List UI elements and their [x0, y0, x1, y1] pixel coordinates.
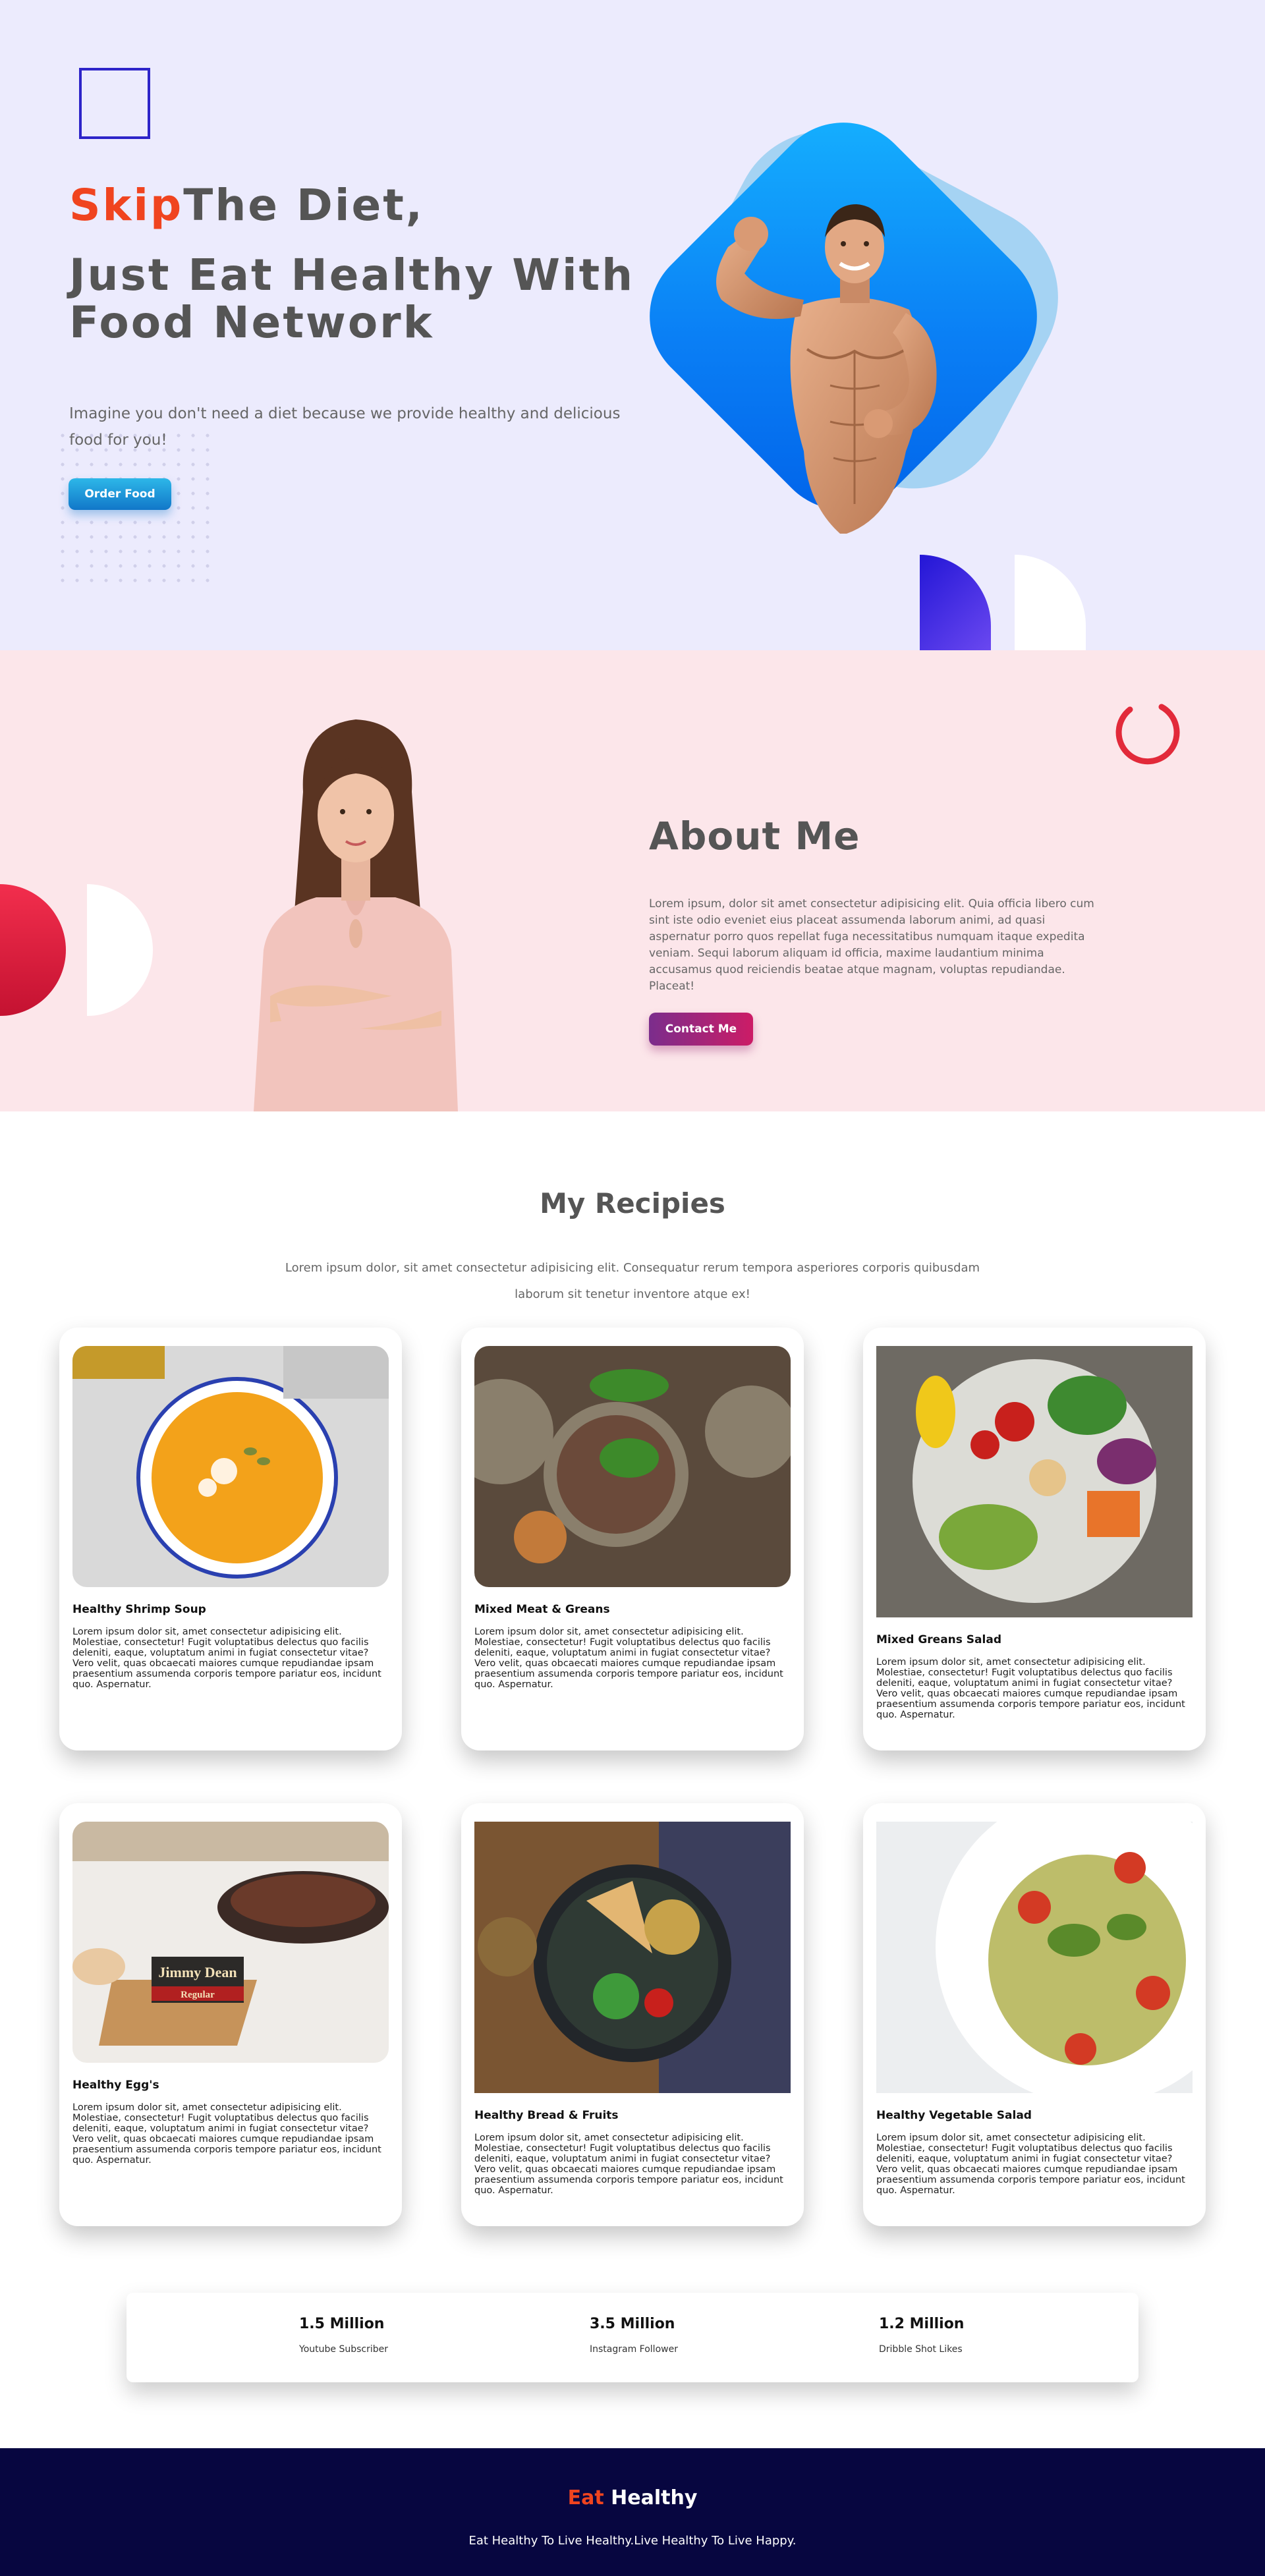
- hero-title: SkipThe Diet, Just Eat Healthy With Food…: [69, 173, 636, 347]
- recipe-name: Healthy Shrimp Soup: [72, 1603, 206, 1616]
- decorative-ring-icon: [1115, 704, 1180, 765]
- hero-section: SkipThe Diet, Just Eat Healthy With Food…: [0, 0, 1265, 650]
- stat-instagram: 3.5 Million Instagram Follower: [590, 2316, 678, 2355]
- about-text: Lorem ipsum, dolor sit amet consectetur …: [649, 897, 1094, 993]
- decorative-half-circle-white: [87, 884, 153, 1016]
- about-title: About Me: [649, 814, 860, 858]
- recipe-card[interactable]: Mixed Meat & Greans Lorem ipsum dolor si…: [461, 1328, 804, 1750]
- footer-brand-accent: Eat: [567, 2486, 604, 2509]
- recipe-name: Mixed Greans Salad: [876, 1633, 1001, 1646]
- recipe-description: Lorem ipsum dolor sit, amet consectetur …: [474, 2133, 783, 2196]
- footer-tagline: Eat Healthy To Live Healthy.Live Healthy…: [468, 2534, 797, 2548]
- woman-portrait-image: [254, 719, 458, 1111]
- contact-me-button[interactable]: Contact Me: [649, 1013, 753, 1046]
- hero-title-highlight: Skip: [69, 180, 184, 231]
- recipe-description: Lorem ipsum dolor sit, amet consectetur …: [876, 2133, 1185, 2196]
- bread-fruits-image: [474, 1822, 791, 2093]
- mixed-greens-salad-image: [876, 1346, 1193, 1617]
- recipe-description: Lorem ipsum dolor sit, amet consectetur …: [72, 2102, 381, 2166]
- recipes-title: My Recipies: [540, 1187, 725, 1219]
- hero-title-line2: Just Eat Healthy With Food Network: [69, 250, 635, 348]
- shrimp-soup-image: [72, 1346, 389, 1587]
- decorative-quarter-white: [1015, 555, 1086, 650]
- decorative-quarter-purple: [920, 555, 991, 650]
- recipe-name: Healthy Egg's: [72, 2079, 159, 2092]
- fitness-man-image: [716, 204, 937, 534]
- recipe-card[interactable]: Healthy Shrimp Soup Lorem ipsum dolor si…: [59, 1328, 402, 1750]
- recipe-card[interactable]: Jimmy Dean Regular Healthy Egg's Lorem i…: [59, 1803, 402, 2226]
- recipes-subtitle: Lorem ipsum dolor, sit amet consectetur …: [285, 1261, 980, 1301]
- stat-value: 1.5 Million: [299, 2316, 385, 2332]
- stats-bar: 1.5 Million Youtube Subscriber 3.5 Milli…: [126, 2293, 1138, 2382]
- footer-brand-rest: Healthy: [611, 2486, 698, 2509]
- stat-value: 3.5 Million: [590, 2316, 675, 2332]
- vegetable-salad-image: [876, 1822, 1193, 2093]
- hero-description: Imagine you don't need a diet because we…: [69, 405, 621, 449]
- decorative-square-outline: [79, 68, 150, 139]
- order-food-button[interactable]: Order Food: [69, 478, 171, 510]
- package-variant-text: Regular: [181, 1990, 215, 2000]
- stat-youtube: 1.5 Million Youtube Subscriber: [299, 2316, 388, 2355]
- recipe-card[interactable]: Healthy Bread & Fruits Lorem ipsum dolor…: [461, 1803, 804, 2226]
- stat-label: Instagram Follower: [590, 2344, 678, 2355]
- footer-brand: Eat Healthy: [0, 2486, 1265, 2509]
- stat-value: 1.2 Million: [879, 2316, 965, 2332]
- package-brand-text: Jimmy Dean: [158, 1964, 237, 1980]
- about-section: About Me Lorem ipsum, dolor sit amet con…: [0, 650, 1265, 1111]
- stat-label: Dribble Shot Likes: [879, 2344, 963, 2355]
- recipe-description: Lorem ipsum dolor sit, amet consectetur …: [72, 1627, 381, 1690]
- recipe-card[interactable]: Healthy Vegetable Salad Lorem ipsum dolo…: [863, 1803, 1206, 2226]
- recipe-name: Healthy Bread & Fruits: [474, 2109, 619, 2122]
- recipe-card[interactable]: Mixed Greans Salad Lorem ipsum dolor sit…: [863, 1328, 1206, 1750]
- healthy-eggs-image: Jimmy Dean Regular: [72, 1822, 389, 2063]
- recipe-description: Lorem ipsum dolor sit, amet consectetur …: [876, 1657, 1185, 1720]
- recipe-name: Mixed Meat & Greans: [474, 1603, 610, 1616]
- mixed-meat-greens-image: [474, 1346, 791, 1587]
- hero-title-rest: The Diet,: [183, 180, 424, 231]
- recipe-name: Healthy Vegetable Salad: [876, 2109, 1032, 2122]
- stat-label: Youtube Subscriber: [299, 2344, 388, 2355]
- recipe-description: Lorem ipsum dolor sit, amet consectetur …: [474, 1627, 783, 1690]
- decorative-half-circle-red: [0, 884, 66, 1016]
- footer: Eat Healthy Eat Healthy To Live Healthy.…: [0, 2448, 1265, 2576]
- stat-dribbble: 1.2 Million Dribble Shot Likes: [879, 2316, 964, 2355]
